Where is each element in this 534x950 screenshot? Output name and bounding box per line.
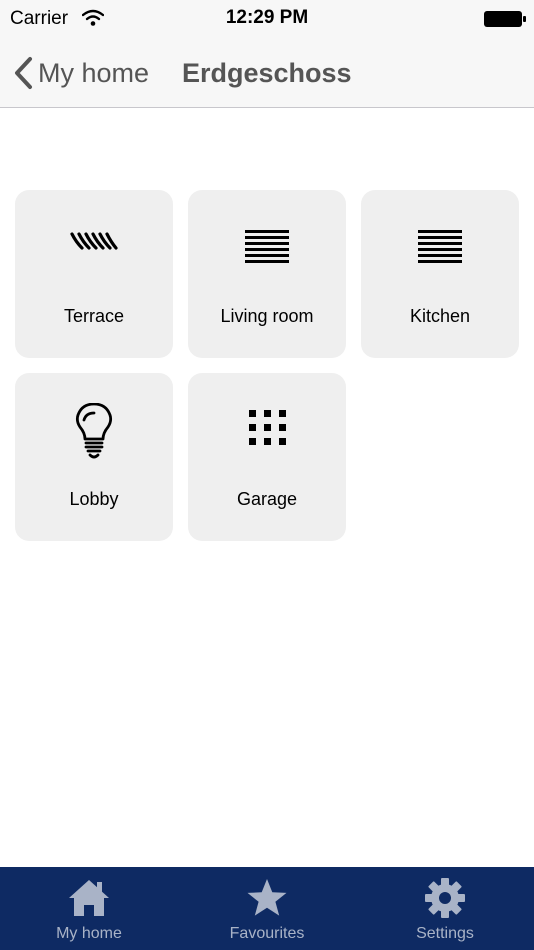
room-label: Living room (220, 306, 314, 326)
star-icon (247, 879, 287, 916)
page-title: Erdgeschoss (182, 58, 352, 88)
status-time: 12:29 PM (225, 7, 309, 28)
chevron-left-icon (15, 57, 32, 89)
room-label: Terrace (63, 306, 125, 326)
gear-icon (425, 878, 465, 918)
tab-favourites[interactable]: Favourites (178, 867, 356, 950)
grid-dots-icon (249, 410, 286, 445)
room-tile-terrace[interactable]: Terrace (15, 190, 173, 358)
back-button[interactable]: My home (12, 54, 149, 92)
back-label: My home (38, 57, 150, 88)
tab-label: My home (56, 925, 122, 942)
awning-icon (70, 232, 118, 250)
room-tile-lobby[interactable]: Lobby (15, 373, 173, 541)
tab-my-home[interactable]: My home (0, 867, 178, 950)
tab-label: Favourites (229, 925, 305, 942)
tab-settings[interactable]: Settings (356, 867, 534, 950)
tab-label: Settings (416, 925, 474, 942)
status-bar: Carrier 12:29 PM (0, 0, 534, 38)
room-tile-living-room[interactable]: Living room (188, 190, 346, 358)
tab-bar: My home Favourites Settings (0, 867, 534, 950)
room-tile-kitchen[interactable]: Kitchen (361, 190, 519, 358)
room-label: Garage (236, 489, 298, 509)
room-label: Kitchen (409, 306, 471, 326)
navigation-bar: My home Erdgeschoss (0, 38, 534, 108)
blinds-icon (418, 230, 462, 263)
home-icon (69, 880, 109, 916)
battery-icon (484, 11, 526, 27)
screen: Carrier 12:29 PM My home Erdgeschoss Ter… (0, 0, 534, 950)
blinds-icon (245, 230, 289, 263)
room-label: Lobby (69, 489, 119, 509)
light-bulb-icon (75, 403, 113, 459)
room-tile-garage[interactable]: Garage (188, 373, 346, 541)
